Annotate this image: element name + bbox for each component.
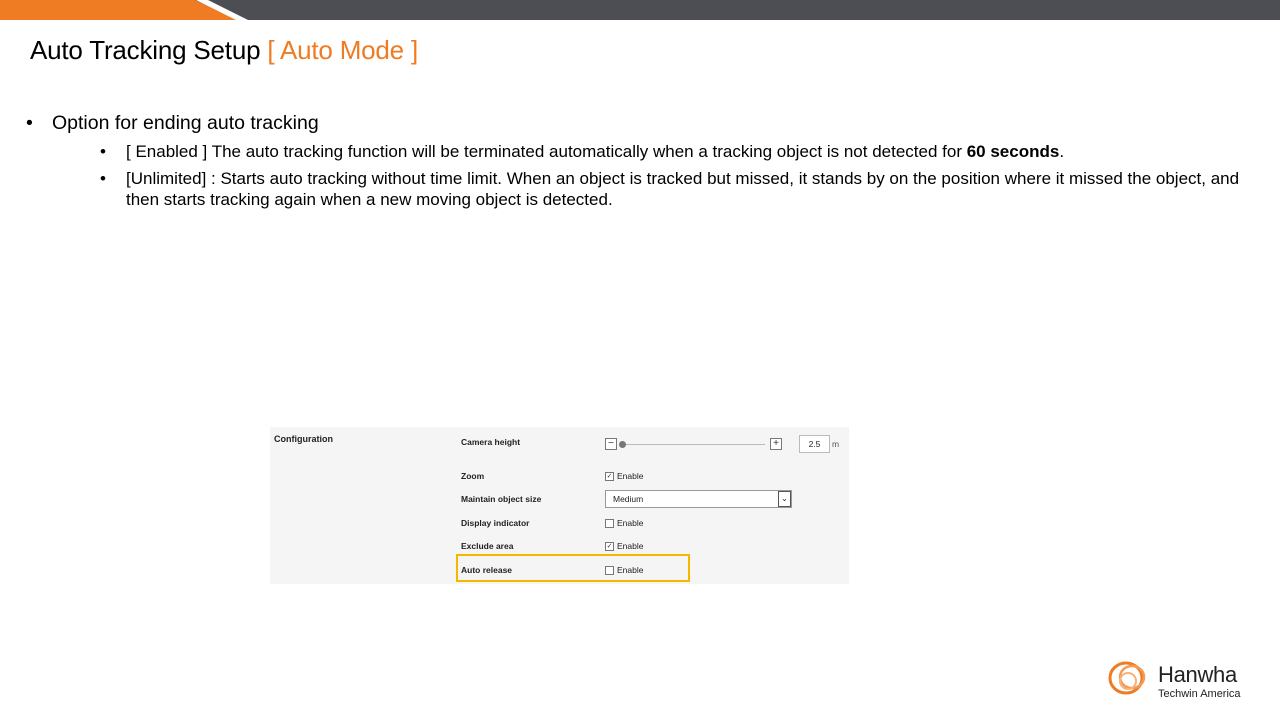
hanwha-logo: Hanwha Techwin America	[1106, 656, 1266, 704]
display-indicator-row[interactable]: Enable	[605, 518, 643, 528]
bullet-enabled-suffix: .	[1059, 142, 1065, 161]
configuration-title: Configuration	[274, 434, 333, 444]
title-main: Auto Tracking Setup	[30, 35, 261, 65]
camera-height-slider-track[interactable]	[622, 444, 765, 445]
bullet-main-text: Option for ending auto tracking	[52, 112, 319, 134]
camera-height-unit: m	[832, 439, 840, 449]
camera-height-input[interactable]: 2.5	[799, 435, 830, 453]
zoom-checkbox[interactable]: ✓	[605, 471, 614, 481]
zoom-label: Zoom	[461, 471, 485, 481]
hanwha-logo-icon	[1108, 661, 1146, 695]
display-indicator-label: Display indicator	[461, 518, 530, 528]
bullet-main: • Option for ending auto tracking	[26, 111, 1246, 135]
exclude-area-label: Exclude area	[461, 541, 514, 551]
bullet-enabled-bold: 60 seconds	[966, 142, 1060, 161]
bullet-dot: •	[100, 169, 106, 188]
minus-button[interactable]: −	[605, 438, 617, 450]
zoom-option: Enable	[617, 471, 644, 481]
bullet-list: • Option for ending auto tracking • [ En…	[26, 111, 1246, 210]
bullet-dot: •	[26, 112, 33, 134]
chevron-down-icon[interactable]: ⌄	[778, 491, 791, 507]
plus-button[interactable]: +	[770, 438, 782, 450]
maintain-object-size-select[interactable]: Medium ⌄	[605, 490, 792, 508]
bullet-enabled-text: [ Enabled ] The auto tracking function w…	[126, 142, 967, 161]
bullet-unlimited: • [Unlimited] : Starts auto tracking wit…	[100, 168, 1250, 210]
slide-title: Auto Tracking Setup [ Auto Mode ]	[30, 35, 418, 66]
title-accent: [ Auto Mode ]	[267, 35, 418, 65]
logo-subtitle: Techwin America	[1158, 688, 1241, 700]
auto-release-highlight	[456, 554, 690, 582]
zoom-checkbox-row[interactable]: ✓ Enable	[605, 471, 643, 481]
exclude-area-row[interactable]: ✓ Enable	[605, 541, 643, 551]
maintain-object-size-value: Medium	[613, 494, 644, 504]
display-indicator-option: Enable	[617, 518, 644, 528]
display-indicator-checkbox[interactable]	[605, 518, 614, 528]
bullet-enabled: • [ Enabled ] The auto tracking function…	[100, 141, 1250, 162]
exclude-area-option: Enable	[617, 541, 644, 551]
bullet-dot: •	[100, 142, 106, 161]
maintain-object-size-label: Maintain object size	[461, 494, 542, 504]
camera-height-label: Camera height	[461, 437, 521, 447]
exclude-area-checkbox[interactable]: ✓	[605, 541, 614, 551]
bullet-unlimited-text: [Unlimited] : Starts auto tracking witho…	[126, 169, 1240, 209]
logo-name: Hanwha	[1158, 662, 1237, 687]
camera-height-slider-knob[interactable]	[619, 441, 626, 448]
